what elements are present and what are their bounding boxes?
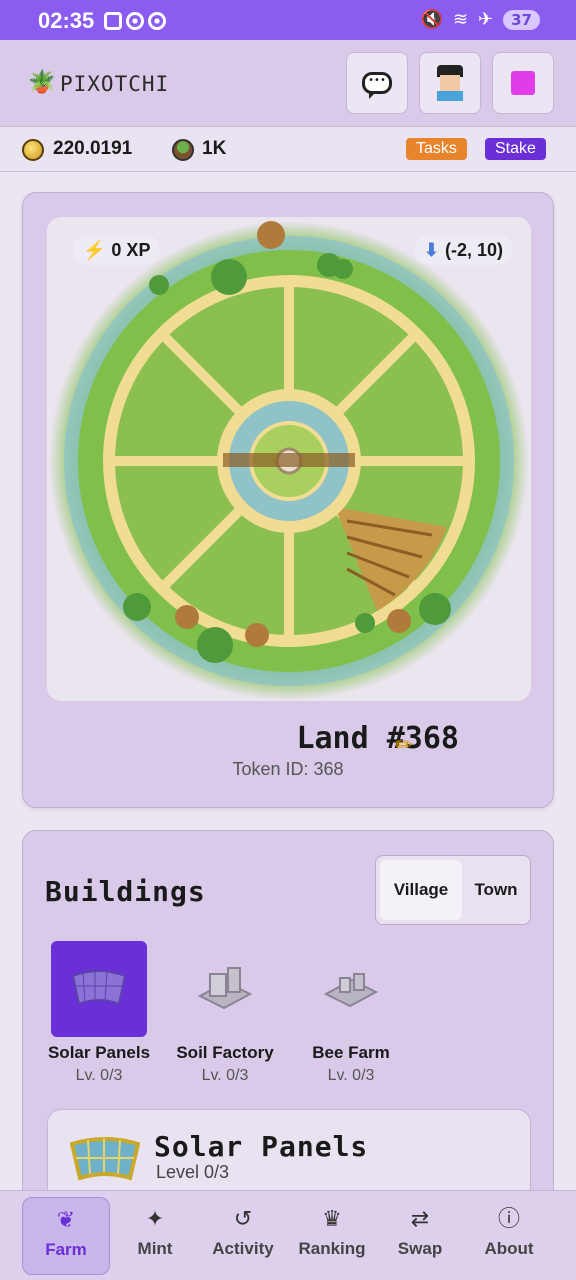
token-id: Token ID: 368	[232, 759, 344, 779]
color-swatch-icon	[511, 71, 535, 95]
soil-factory-icon	[177, 941, 273, 1037]
nav-mint[interactable]: ✦ Mint	[111, 1197, 199, 1275]
pixotchi-logo-icon: 🪴	[28, 70, 56, 95]
mute-icon: 🔇	[420, 9, 443, 30]
sparkles-icon: ✦	[145, 1207, 165, 1232]
nav-activity[interactable]: ↺ Activity	[199, 1197, 287, 1275]
nav-label: Farm	[45, 1240, 87, 1259]
buildings-title: Buildings	[45, 875, 206, 908]
land-map[interactable]: ⚡ 0 XP ⬇ (-2, 10)	[47, 217, 531, 701]
nav-label: Swap	[397, 1239, 443, 1258]
coordinates-chip: ⬇ (-2, 10)	[413, 235, 513, 265]
wifi-icon: ≋	[452, 9, 469, 30]
detail-level: Level 0/3	[156, 1162, 230, 1182]
trophy-icon: ♛	[322, 1207, 342, 1232]
chat-icon: •••	[362, 72, 392, 99]
chat-button[interactable]: •••	[346, 52, 408, 114]
building-level: Lv. 0/3	[75, 1067, 123, 1084]
record-icon-2	[148, 12, 166, 30]
status-time: 02:35	[38, 8, 95, 33]
building-solar-panels[interactable]: Solar Panels Lv. 0/3	[39, 941, 159, 1085]
bottom-nav: ❦ Farm ✦ Mint ↺ Activity ♛ Ranking ⇄ Swa…	[0, 1190, 576, 1280]
edit-pencil-icon[interactable]: ✏	[395, 733, 413, 758]
nav-farm[interactable]: ❦ Farm	[22, 1197, 110, 1275]
nav-ranking[interactable]: ♛ Ranking	[288, 1197, 376, 1275]
nav-swap[interactable]: ⇄ Swap	[376, 1197, 464, 1275]
land-name: Land #368	[296, 721, 459, 756]
tasks-button[interactable]: Tasks	[406, 138, 467, 160]
nav-label: Ranking	[298, 1239, 366, 1258]
swap-icon: ⇄	[410, 1207, 430, 1232]
leaf-icon: ❦	[56, 1208, 76, 1233]
building-bee-farm[interactable]: Bee Farm Lv. 0/3	[291, 941, 411, 1085]
lightning-icon: ⚡	[83, 240, 106, 260]
token-coin-icon	[22, 139, 44, 161]
xp-value: 0 XP	[111, 240, 151, 260]
app-header: 🪴 PIXOTCHI •••	[0, 40, 576, 126]
tab-village[interactable]: Village	[380, 860, 462, 920]
app-title: PIXOTCHI	[60, 72, 170, 96]
nav-about[interactable]: ⓘ About	[465, 1197, 553, 1275]
profile-button[interactable]	[419, 52, 481, 114]
status-system-icons: 🔇 ≋ ✈ 37	[421, 9, 540, 30]
nav-label: Activity	[212, 1239, 274, 1258]
record-icon	[126, 12, 144, 30]
history-icon: ↺	[233, 1207, 253, 1232]
stake-button[interactable]: Stake	[485, 138, 546, 160]
xp-chip: ⚡ 0 XP	[73, 235, 161, 265]
village-town-toggle: Village Town	[375, 855, 531, 925]
building-name: Solar Panels	[47, 1043, 151, 1062]
bee-farm-icon	[303, 941, 399, 1037]
buildings-card: Buildings Village Town Solar Panels Lv. …	[22, 830, 554, 1230]
theme-color-button[interactable]	[492, 52, 554, 114]
status-notification-icons	[104, 12, 166, 30]
solar-panels-detail-icon	[69, 1134, 141, 1188]
status-bar: 02:35 🔇 ≋ ✈ 37	[0, 0, 576, 40]
coordinates-value: (-2, 10)	[444, 240, 503, 260]
screenshot-icon	[104, 12, 122, 30]
building-name: Bee Farm	[312, 1043, 390, 1062]
land-map-illustration	[49, 221, 529, 701]
nav-label: Mint	[137, 1239, 173, 1258]
avatar	[435, 65, 465, 101]
land-count: 1K	[202, 138, 227, 159]
detail-title: Solar Panels	[154, 1130, 369, 1163]
land-globe-icon	[172, 139, 194, 161]
building-level: Lv. 0/3	[327, 1067, 375, 1084]
battery-indicator: 37	[503, 9, 540, 30]
balance-bar: 220.0191 1K Tasks Stake	[0, 126, 576, 172]
building-soil-factory[interactable]: Soil Factory Lv. 0/3	[165, 941, 285, 1085]
info-icon: ⓘ	[497, 1207, 520, 1232]
airplane-icon: ✈	[478, 9, 494, 30]
arrow-down-icon: ⬇	[423, 240, 439, 260]
building-level: Lv. 0/3	[201, 1067, 249, 1084]
land-card: ⚡ 0 XP ⬇ (-2, 10) Land #368 ✏ Token ID: …	[22, 192, 554, 808]
solar-panels-icon	[51, 941, 147, 1037]
nav-label: About	[484, 1239, 534, 1258]
token-balance: 220.0191	[53, 138, 133, 159]
building-name: Soil Factory	[176, 1043, 274, 1062]
tab-town[interactable]: Town	[464, 860, 528, 920]
